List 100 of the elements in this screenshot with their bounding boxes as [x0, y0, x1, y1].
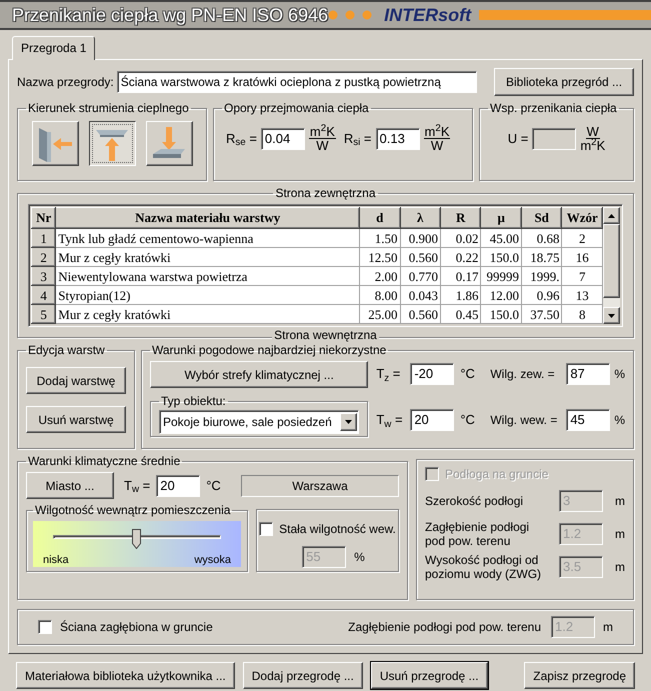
checkbox[interactable] — [38, 620, 52, 634]
unit-label: m — [615, 559, 625, 576]
field-label: T$_{w}$ = — [124, 476, 150, 496]
input-field[interactable] — [532, 128, 576, 150]
table-cell: Mur z cegły kratówki — [56, 248, 360, 266]
table-cell: 0.68 — [521, 228, 562, 248]
table-cell: 0.043 — [400, 286, 440, 304]
unit-label: °C — [460, 411, 476, 430]
input-field[interactable]: 20 — [410, 409, 454, 431]
field-label: T$_{z}$ = — [376, 365, 402, 384]
slider-thumb[interactable] — [132, 529, 141, 549]
field-label: Zagłębienie podłogi pod pow. terenu — [348, 619, 541, 636]
input-field[interactable]: 87 — [566, 363, 610, 385]
input-field[interactable]: 20 — [156, 474, 200, 496]
input-field[interactable]: 0.04 — [260, 128, 305, 150]
action-button[interactable]: Materiałowa biblioteka użytkownika ... — [16, 662, 235, 689]
table-cell: 12.50 — [360, 248, 400, 266]
object-type-dropdown[interactable]: Pokoje biurowe, sale posiedzeń — [159, 410, 360, 434]
column-header: Sd — [521, 208, 562, 228]
action-button[interactable]: Zapisz przegrodę — [524, 662, 635, 689]
field-label: Wilg. zew. = — [490, 366, 556, 383]
group-title: Typ obiektu: — [161, 394, 226, 408]
input-field[interactable]: 45 — [566, 409, 610, 431]
field-label: Wilg. wew. = — [490, 412, 558, 429]
scrollbar[interactable] — [603, 207, 620, 324]
table-cell: 1.86 — [440, 286, 481, 304]
climate-zone-button[interactable]: Wybór strefy klimatycznej ... — [150, 361, 368, 388]
unit-denominator: W — [430, 139, 444, 152]
group-title: Edycja warstw — [28, 343, 105, 357]
window-title: Przenikanie ciepła wg PN-EN ISO 6946 — [12, 4, 328, 27]
table-cell: 12.00 — [480, 286, 522, 304]
action-button[interactable]: Dodaj przegrodę ... — [242, 662, 363, 689]
group-title: Kierunek strumienia cieplnego — [28, 101, 189, 115]
unit-label: % — [354, 549, 365, 566]
table-cell: 0.96 — [521, 286, 562, 304]
group-title: Warunki klimatyczne średnie — [28, 454, 180, 468]
table-cell: 13 — [562, 286, 602, 304]
table-cell: 16 — [562, 248, 602, 266]
table-cell: 99999 — [480, 266, 522, 286]
scroll-down-button[interactable] — [603, 307, 620, 324]
dots-icon — [328, 10, 372, 20]
table-cell: 0.02 — [440, 228, 481, 248]
unit-label: °C — [206, 476, 221, 495]
input-field[interactable]: -20 — [410, 363, 454, 385]
action-button[interactable]: Usuń przegrodę ... — [370, 662, 488, 689]
scroll-thumb[interactable] — [603, 224, 620, 298]
column-header: Nazwa materiału warstwy — [56, 208, 360, 228]
scroll-up-button[interactable] — [603, 207, 620, 224]
column-header: Nr — [32, 208, 56, 228]
unit-label: m — [615, 526, 625, 543]
table-cell: 0.22 — [440, 248, 481, 266]
column-header: μ — [480, 208, 522, 228]
table-cell: 45.00 — [480, 228, 522, 248]
unit-numerator: W — [586, 125, 600, 139]
row-header: 4 — [32, 286, 56, 304]
unit-denominator: W — [316, 139, 329, 152]
unit-label: % — [614, 366, 625, 383]
column-header: R — [440, 208, 481, 228]
table-cell: Styropian(12) — [56, 286, 360, 304]
direction-button[interactable] — [88, 121, 136, 166]
field-label: Wysokość podłogi od poziomu wody (ZWG) — [425, 553, 542, 581]
input-field[interactable]: 0.13 — [376, 128, 420, 150]
row-header: 5 — [32, 304, 56, 324]
checkbox-label: Stała wilgotność wew. — [279, 521, 396, 538]
unit-label: m — [603, 619, 613, 636]
name-field[interactable]: Ściana warstwowa z kratówki ocieplona z pustką powietrzną — [116, 71, 477, 93]
table-cell: 18.75 — [521, 248, 562, 266]
column-header: λ — [400, 208, 440, 228]
library-button[interactable]: Biblioteka przegród ... — [494, 68, 634, 96]
city-button[interactable]: Miasto ... — [26, 472, 114, 499]
table-cell: 37.50 — [521, 304, 562, 324]
group-title: Warunki pogodowe najbardziej niekorzystne — [152, 343, 386, 357]
field-label: U = — [508, 130, 528, 148]
down-arrow-icon — [608, 314, 615, 318]
dropdown-arrow-icon — [345, 420, 352, 424]
table-cell: Tynk lub gładź cementowo-wapienna — [56, 228, 360, 248]
table-cell: 7 — [562, 266, 602, 286]
column-header: Wzór — [562, 208, 602, 228]
table-cell: 2.00 — [360, 266, 400, 286]
row-header: 1 — [32, 228, 56, 248]
field-label: Szerokość podłogi — [425, 494, 524, 508]
field-label: R$_{se}$ = — [226, 130, 257, 148]
table-cell: 0.45 — [440, 304, 481, 324]
column-header: d — [360, 208, 400, 228]
table-cell: 150.0 — [480, 248, 522, 266]
up-arrow-icon — [608, 214, 615, 218]
tab[interactable]: Przegroda 1 — [12, 36, 96, 60]
unit-label: m — [615, 493, 625, 510]
humidity-slider[interactable] — [53, 529, 221, 549]
table-cell: Mur z cegły kratówki — [56, 304, 360, 324]
field-label: Zagłębienie podłogi pod pow. terenu — [425, 520, 530, 548]
table-cell: 0.900 — [400, 228, 440, 248]
table-cell: 25.00 — [360, 304, 400, 324]
layer-button[interactable]: Dodaj warstwę — [26, 367, 126, 394]
checkbox[interactable] — [259, 522, 274, 536]
table-cell: Niewentylowana warstwa powietrza — [56, 266, 360, 286]
unit-label: % — [614, 412, 625, 429]
layer-button[interactable]: Usuń warstwę — [26, 406, 126, 433]
unit-numerator: m$^{2}$K — [308, 125, 336, 139]
table-cell: 0.770 — [400, 266, 440, 286]
